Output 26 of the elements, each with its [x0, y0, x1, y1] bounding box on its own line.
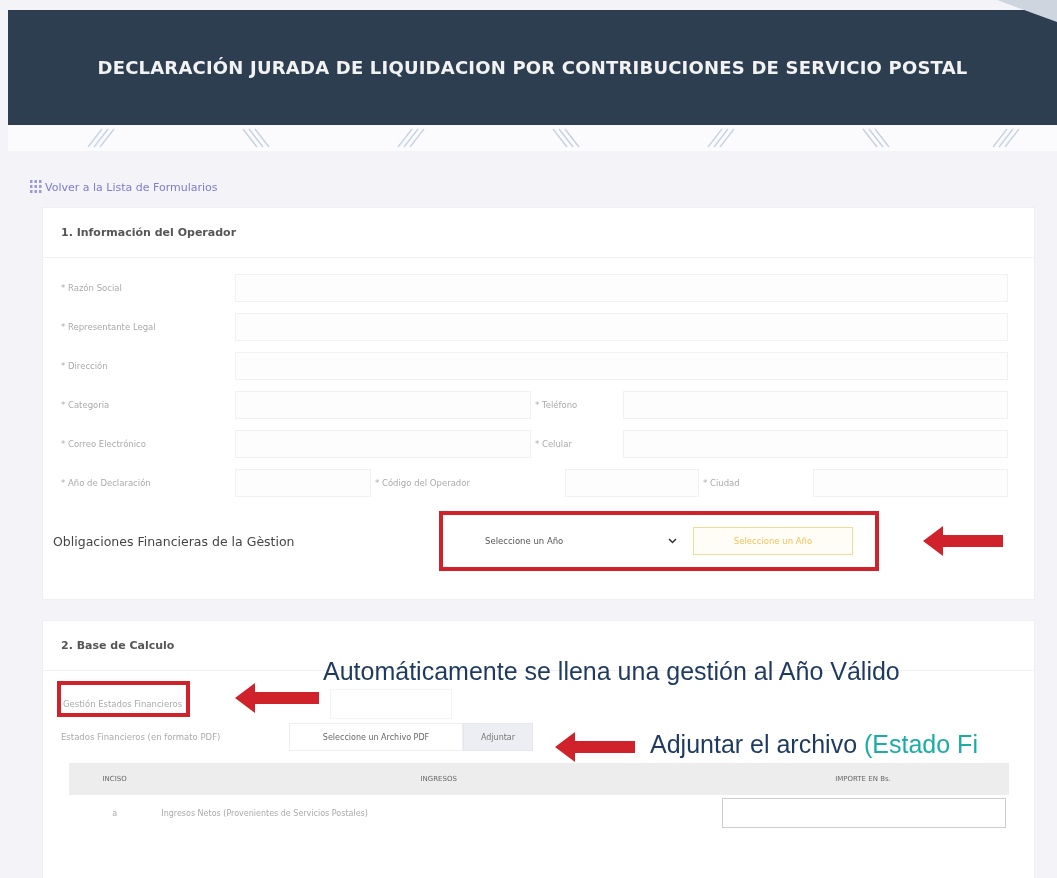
field-label: Gestión Estados Financieros	[57, 681, 191, 717]
field-label: * Ciudad	[703, 478, 741, 488]
section-title: 1. Información del Operador	[43, 208, 1034, 258]
field-label: Estados Financieros (en formato PDF)	[61, 732, 222, 742]
field-label: * Correo Electrónico	[61, 439, 147, 449]
field-label: * Representante Legal	[61, 322, 157, 332]
amount-input[interactable]	[722, 798, 1006, 828]
grid-icon	[30, 180, 42, 194]
table-cell: Ingresos Netos (Provenientes de Servicios Postales)	[160, 795, 717, 831]
file-field[interactable]: Seleccione un Archivo PDF	[289, 723, 463, 751]
field-label: * Año de Declaración	[61, 478, 152, 488]
field-label: * Teléfono	[535, 400, 579, 410]
field-label: * Dirección	[61, 361, 109, 371]
field-label: * Código del Operador	[375, 478, 471, 488]
corner-decoration	[997, 0, 1057, 22]
field-label: * Razón Social	[61, 283, 123, 293]
annotation-text: Adjuntar el archivo (Estado Fi	[650, 730, 978, 759]
field-label: Obligaciones Financieras de la Gèstion	[53, 533, 296, 549]
page-title: DECLARACIÓN JURADA DE LIQUIDACION POR CONTRIBUCIONES DE SERVICIO POSTAL	[97, 57, 968, 78]
chevron-icon	[668, 538, 677, 544]
back-link[interactable]: Volver a la Lista de Formularios	[45, 180, 218, 194]
field-label: * Celular	[535, 439, 573, 449]
attach-button[interactable]: Adjuntar	[463, 723, 533, 751]
annotation-text: Automáticamente se llena una gestión al Año Válido	[323, 657, 900, 686]
field-label: * Categoria	[61, 400, 111, 410]
table-cell: a	[69, 795, 161, 831]
